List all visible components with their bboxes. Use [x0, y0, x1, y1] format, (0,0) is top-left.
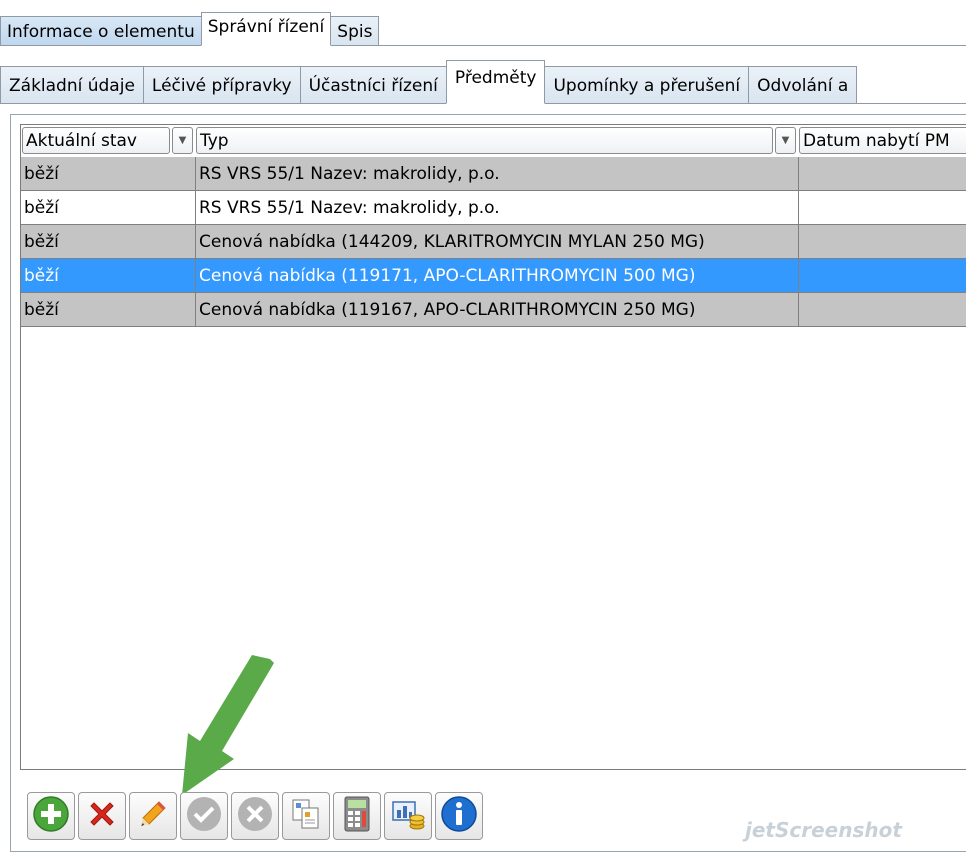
delete-button[interactable] — [78, 792, 126, 840]
table-row-selected[interactable]: běží Cenová nabídka (119171, APO-CLARITH… — [21, 259, 966, 293]
column-filter-dropdown[interactable]: ▼ — [775, 127, 796, 154]
column-header-typ[interactable]: Typ — [196, 127, 773, 154]
tab-upominky-a-preruseni[interactable]: Upomínky a přerušení — [544, 66, 750, 104]
add-icon — [32, 795, 70, 838]
tab-informace-o-elementu[interactable]: Informace o elementu — [0, 16, 202, 46]
check-icon — [185, 795, 223, 838]
confirm-button[interactable] — [180, 792, 228, 840]
tab-spis[interactable]: Spis — [330, 16, 380, 46]
tab-spravni-rizeni[interactable]: Správní řízení — [200, 12, 332, 46]
table-row[interactable]: běží Cenová nabídka (119167, APO-CLARITH… — [21, 293, 966, 327]
tab-ucastnici-rizeni[interactable]: Účastníci řízení — [299, 66, 447, 104]
cell-datum-nabyti-pm — [799, 259, 966, 293]
cell-datum-nabyti-pm — [799, 293, 966, 327]
cell-datum-nabyti-pm — [799, 157, 966, 191]
cell-typ: RS VRS 55/1 Nazev: makrolidy, p.o. — [196, 157, 799, 191]
cancel-button[interactable] — [231, 792, 279, 840]
annotation-arrow-icon — [182, 655, 274, 795]
pencil-icon — [137, 798, 169, 835]
tab-zakladni-udaje[interactable]: Základní údaje — [0, 66, 144, 104]
calculator-icon — [340, 795, 374, 838]
chart-coins-icon — [390, 796, 426, 837]
info-icon — [440, 795, 478, 838]
cell-aktualni-stav: běží — [21, 293, 196, 327]
copy-button[interactable] — [282, 792, 330, 840]
info-button[interactable] — [435, 792, 483, 840]
tab-lecive-pripravky[interactable]: Léčivé přípravky — [142, 66, 301, 104]
report-button[interactable] — [384, 792, 432, 840]
action-toolbar — [27, 792, 483, 842]
cell-aktualni-stav: běží — [21, 259, 196, 293]
cell-datum-nabyti-pm — [799, 225, 966, 259]
cell-aktualni-stav: běží — [21, 157, 196, 191]
chevron-down-icon: ▼ — [781, 135, 790, 146]
table-header: Aktuální stav ▼ Typ ▼ Datum nabytí PM — [21, 125, 966, 156]
column-filter-dropdown[interactable]: ▼ — [172, 127, 193, 154]
cell-typ: RS VRS 55/1 Nazev: makrolidy, p.o. — [196, 191, 799, 225]
add-button[interactable] — [27, 792, 75, 840]
calculator-button[interactable] — [333, 792, 381, 840]
cancel-icon — [236, 795, 274, 838]
edit-button[interactable] — [129, 792, 177, 840]
sub-tab-strip: Základní údaje Léčivé přípravky Účastníc… — [0, 60, 966, 104]
copy-document-icon — [289, 797, 323, 836]
top-tab-strip: Informace o elementu Správní řízení Spis — [0, 12, 966, 46]
tab-odvolani[interactable]: Odvolání a — [748, 66, 858, 104]
table-row[interactable]: běží RS VRS 55/1 Nazev: makrolidy, p.o. — [21, 191, 966, 225]
table-row[interactable]: běží Cenová nabídka (144209, KLARITROMYC… — [21, 225, 966, 259]
cell-typ: Cenová nabídka (144209, KLARITROMYCIN MY… — [196, 225, 799, 259]
tab-predmety[interactable]: Předměty — [445, 60, 546, 104]
cell-datum-nabyti-pm — [799, 191, 966, 225]
watermark-logo: jetScreenshot — [745, 818, 902, 842]
cell-aktualni-stav: běží — [21, 191, 196, 225]
table-row[interactable]: běží RS VRS 55/1 Nazev: makrolidy, p.o. — [21, 157, 966, 191]
cell-typ: Cenová nabídka (119167, APO-CLARITHROMYC… — [196, 293, 799, 327]
predmety-table: Aktuální stav ▼ Typ ▼ Datum nabytí PM bě… — [20, 124, 966, 770]
cell-aktualni-stav: běží — [21, 225, 196, 259]
delete-icon — [86, 798, 118, 835]
column-header-datum-nabyti-pm[interactable]: Datum nabytí PM — [799, 127, 966, 154]
column-header-aktualni-stav[interactable]: Aktuální stav — [22, 127, 170, 154]
cell-typ: Cenová nabídka (119171, APO-CLARITHROMYC… — [196, 259, 799, 293]
chevron-down-icon: ▼ — [178, 135, 187, 146]
